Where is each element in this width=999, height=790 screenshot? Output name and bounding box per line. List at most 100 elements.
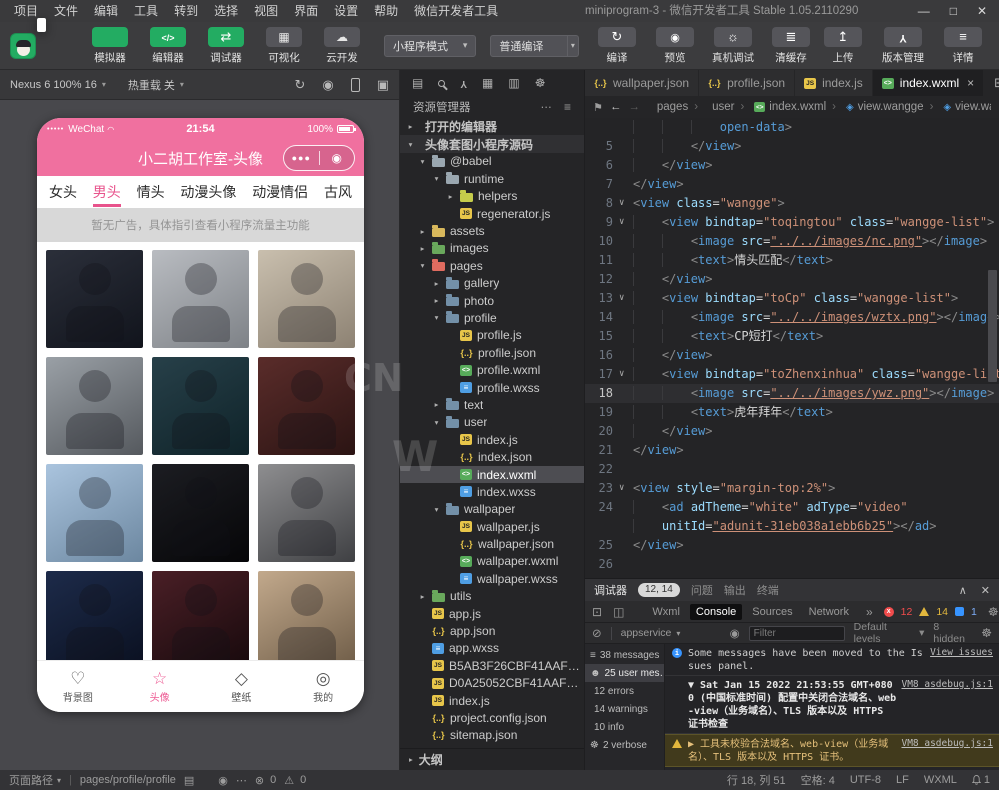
console-message[interactable]: Some messages have been moved to the Iss… [665,644,999,676]
tree-item[interactable]: index.js [400,692,584,709]
page-path-select[interactable]: 页面路径 ▾ [9,772,61,788]
tree-item[interactable]: ▸ assets [400,222,584,239]
tab-problems[interactable]: 问题 [691,582,713,598]
tree-item[interactable]: index.json [400,448,584,465]
split-editor-icon[interactable]: ⊞ [994,75,999,91]
menu-item[interactable]: 界面 [286,0,326,22]
filter-input[interactable] [749,626,845,641]
tree-arrow-icon[interactable]: ▾ [418,157,427,166]
mode-select[interactable]: 小程序模式 ▾ [384,35,476,57]
capsule-menu[interactable]: ●●● ◉ [283,145,355,171]
avatar-photo[interactable] [258,357,355,455]
tree-item[interactable]: index.js [400,431,584,448]
editor-tab[interactable]: wallpaper.json × [585,70,699,96]
avatar-photo[interactable] [152,357,249,455]
fold-icon[interactable] [619,308,633,327]
tree-item[interactable]: profile.js [400,327,584,344]
fold-icon[interactable] [619,403,633,422]
tree-arrow-icon[interactable]: ▸ [418,227,427,236]
console-message[interactable]: ▼ Sat Jan 15 2022 21:53:55 GMT+0800 (中国标… [665,676,999,734]
devtools-tab[interactable]: Network [803,604,855,620]
panel-toggle-button[interactable]: 编辑器 [142,27,194,65]
breadcrumb-item[interactable]: user [694,101,734,113]
tree-item[interactable]: wallpaper.wxml [400,553,584,570]
category-tab[interactable]: 古风 [324,178,352,207]
menu-item[interactable]: 设置 [326,0,366,22]
devtools-tab[interactable]: Sources [746,604,798,620]
fold-icon[interactable]: ∨ [619,365,633,384]
avatar-photo[interactable] [258,250,355,348]
fold-icon[interactable] [619,460,633,479]
fold-icon[interactable] [619,346,633,365]
avatar-photo[interactable] [152,250,249,348]
file-panel-icon[interactable] [508,76,519,90]
tree-item[interactable]: ▸ gallery [400,275,584,292]
back-icon[interactable]: ← [610,101,622,113]
category-tab[interactable]: 男头 [93,178,121,207]
fold-icon[interactable] [619,422,633,441]
files-icon[interactable] [412,76,423,90]
cursor-position[interactable]: 行 18, 列 51 [727,772,786,788]
compile-action-button[interactable]: 预览 [649,27,701,65]
editor-tab[interactable]: index.js × [795,70,873,96]
console-filter-item[interactable]: 38 messages [585,646,664,664]
fold-icon[interactable] [619,118,633,137]
context-select[interactable]: appservice ▾ [621,627,721,639]
language-mode[interactable]: WXML [924,774,957,786]
copy-path-icon[interactable] [184,774,194,787]
category-tab[interactable]: 动漫头像 [180,178,236,207]
toggle-panes-icon[interactable] [613,605,624,619]
fold-icon[interactable] [619,555,633,574]
menu-item[interactable]: 转到 [166,0,206,22]
editor-tab[interactable]: index.wxml × [873,70,984,96]
fold-icon[interactable]: ∨ [619,213,633,232]
tree-item[interactable]: B5AB3F26CBF41AAFD3... [400,657,584,674]
fold-icon[interactable] [619,175,633,194]
tree-arrow-icon[interactable]: ▸ [446,192,455,201]
tree-item[interactable]: ▾ wallpaper [400,501,584,518]
close-icon[interactable]: ✕ [977,4,987,18]
avatar-photo[interactable] [46,357,143,455]
console-filter-item[interactable]: 12 errors [585,682,664,700]
tab-bar-item[interactable]: 我的 [282,661,364,712]
encoding-setting[interactable]: UTF-8 [850,774,881,786]
tab-bar-item[interactable]: 背景图 [37,661,119,712]
indentation-setting[interactable]: 空格: 4 [801,772,835,788]
tree-arrow-icon[interactable]: ▸ [432,296,441,305]
publish-action-button[interactable]: 上传 [817,27,869,65]
rotate-icon[interactable] [294,77,305,93]
eol-setting[interactable]: LF [896,774,909,786]
tree-arrow-icon[interactable]: ▾ [418,261,427,270]
tree-item[interactable]: D0A25052CBF41AAFB6... [400,675,584,692]
tree-arrow-icon[interactable]: ▾ [432,418,441,427]
tree-item[interactable]: ▸ text [400,396,584,413]
tree-item[interactable]: regenerator.js [400,205,584,222]
menu-item[interactable]: 工具 [126,0,166,22]
tree-item[interactable]: ▾ 头像套图小程序源码 [400,135,584,152]
more-act-icon[interactable]: ⋯ [540,100,552,114]
console-filter-item[interactable]: 14 warnings [585,700,664,718]
tree-item[interactable]: ▸ helpers [400,188,584,205]
clear-console-icon[interactable]: ⊘ [592,626,602,640]
avatar-photo[interactable] [258,464,355,562]
eye-icon[interactable] [218,774,228,787]
maximize-icon[interactable]: □ [950,4,957,18]
fold-icon[interactable]: ∨ [619,479,633,498]
fold-icon[interactable] [619,327,633,346]
console-filter-item[interactable]: 2 verbose [585,736,664,754]
gear-icon[interactable]: ☸ [988,605,999,619]
editor-tab[interactable]: profile.json × [699,70,795,96]
source-link[interactable]: VM8 asdebug.js:1 [901,738,993,749]
console-messages[interactable]: Some messages have been moved to the Iss… [665,644,999,770]
fold-icon[interactable] [619,270,633,289]
tree-item[interactable]: profile.wxss [400,379,584,396]
device-frame-icon[interactable] [351,78,360,92]
hot-reload-select[interactable]: 热重载 关 ▾ [128,77,184,93]
tree-item[interactable]: app.json [400,622,584,639]
collapse-all-icon[interactable]: ≡ [564,100,571,114]
menu-item[interactable]: 文件 [46,0,86,22]
publish-action-button[interactable]: 详情 [937,27,989,65]
tree-arrow-icon[interactable]: ▾ [432,313,441,322]
search-icon[interactable] [438,80,445,87]
tab-terminal[interactable]: 终端 [757,582,779,598]
